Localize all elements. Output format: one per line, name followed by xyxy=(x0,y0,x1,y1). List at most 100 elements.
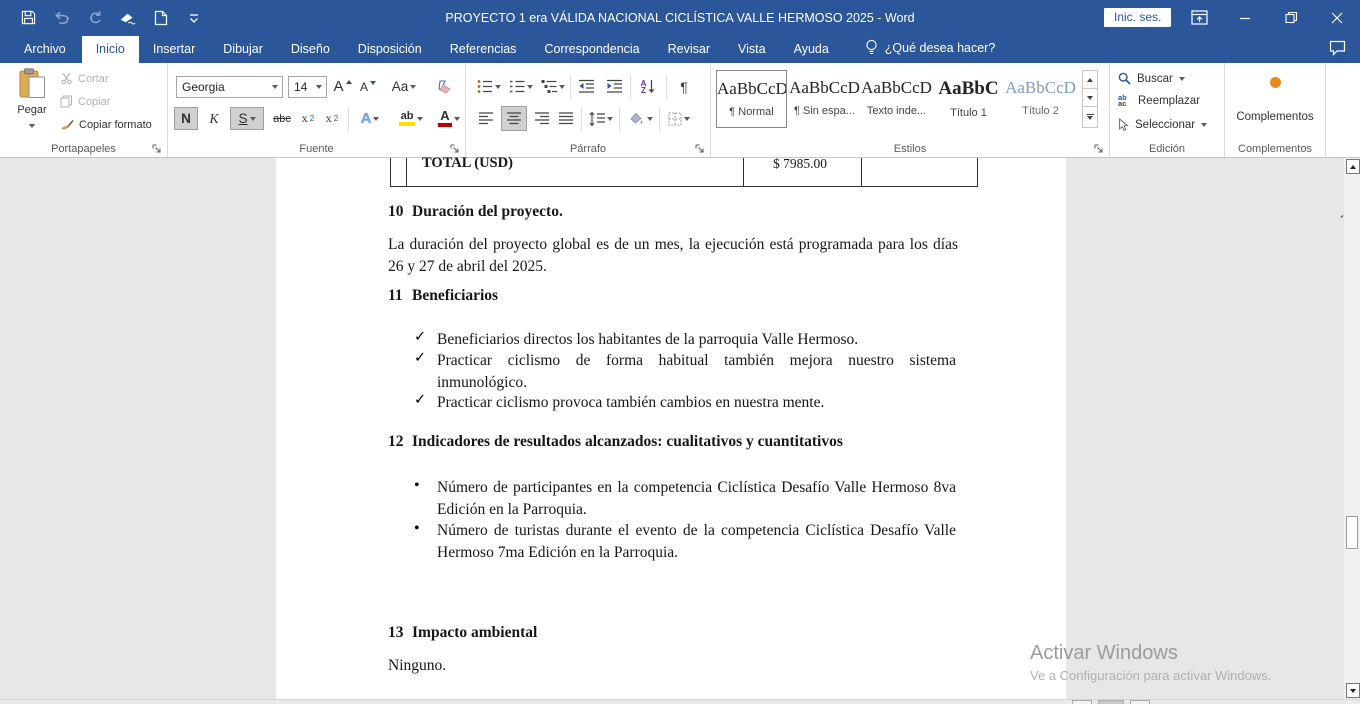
underline-button[interactable]: S xyxy=(230,107,264,130)
tab-disposicion[interactable]: Disposición xyxy=(344,36,436,63)
minimize-button[interactable] xyxy=(1222,0,1268,35)
bullets-button[interactable] xyxy=(475,75,503,98)
paragraph-dialog-launcher[interactable] xyxy=(694,141,706,153)
style-titulo-2[interactable]: AaBbCcD Título 2 xyxy=(1005,70,1076,128)
print-layout-button[interactable] xyxy=(1098,700,1124,704)
web-layout-button[interactable] xyxy=(1130,700,1150,704)
show-marks-button[interactable]: ¶ xyxy=(672,75,696,98)
justify-button[interactable] xyxy=(555,107,577,130)
format-painter-label: Copiar formato xyxy=(79,119,152,131)
document-page[interactable]: TOTAL (USD) $ 7985.00 10Duración del pro… xyxy=(276,158,1066,699)
format-painter-icon xyxy=(60,118,74,131)
style-texto-independiente[interactable]: AaBbCcD Texto inde... xyxy=(861,70,932,128)
font-color-swatch xyxy=(438,123,452,127)
clipboard-dialog-launcher[interactable] xyxy=(151,141,163,153)
format-painter-button[interactable]: Copiar formato xyxy=(60,118,152,131)
close-button[interactable] xyxy=(1314,0,1360,35)
select-label: Seleccionar xyxy=(1135,119,1195,131)
subscript-button[interactable]: x2 xyxy=(298,107,318,130)
group-font: Georgia 14 A A Aa N K S xyxy=(168,63,466,157)
save-icon[interactable] xyxy=(20,9,37,26)
italic-button[interactable]: K xyxy=(204,107,224,130)
line-spacing-button[interactable] xyxy=(586,107,616,130)
paragraph-10: La duración del proyecto global es de un… xyxy=(388,234,958,277)
highlight-color-button[interactable]: ab xyxy=(394,107,428,130)
scrollbar-thumb[interactable] xyxy=(1346,516,1358,549)
tab-revisar[interactable]: Revisar xyxy=(654,36,724,63)
align-left-button[interactable] xyxy=(475,107,497,130)
search-icon xyxy=(1118,72,1131,85)
group-styles: AaBbCcD ¶ Normal AaBbCcD ¶ Sin espa... A… xyxy=(711,63,1110,157)
font-group-label: Fuente xyxy=(168,143,465,155)
styles-scroll-down[interactable] xyxy=(1082,88,1098,107)
sort-button[interactable]: A Z xyxy=(634,75,662,98)
bold-button[interactable]: N xyxy=(174,107,198,130)
bullet-icon: • xyxy=(414,477,420,495)
scroll-up-button[interactable] xyxy=(1346,159,1360,174)
vertical-scrollbar[interactable] xyxy=(1343,158,1360,699)
text-effects-button[interactable]: A xyxy=(354,107,386,130)
borders-button[interactable] xyxy=(663,107,695,130)
tab-insertar[interactable]: Insertar xyxy=(139,36,209,63)
comments-icon[interactable] xyxy=(1329,40,1346,61)
group-editing: Buscar ab ac Reemplazar Seleccionar Edic… xyxy=(1110,63,1225,157)
table-total-value: $ 7985.00 xyxy=(773,156,827,172)
ink-eraser-icon[interactable] xyxy=(119,9,136,26)
scissors-icon xyxy=(60,72,73,85)
paste-label: Pegar xyxy=(10,104,54,116)
find-button[interactable]: Buscar xyxy=(1118,72,1185,85)
shrink-font-button[interactable]: A xyxy=(358,75,378,98)
style-normal[interactable]: AaBbCcD ¶ Normal xyxy=(716,70,787,128)
scroll-down-button[interactable] xyxy=(1346,683,1360,698)
align-center-button[interactable] xyxy=(501,106,527,131)
paste-button[interactable]: Pegar xyxy=(10,68,54,140)
align-right-button[interactable] xyxy=(531,107,553,130)
tell-me-box[interactable]: ¿Qué desea hacer? xyxy=(855,33,1006,63)
tab-correspondencia[interactable]: Correspondencia xyxy=(530,36,653,63)
tab-vista[interactable]: Vista xyxy=(724,36,780,63)
grow-font-button[interactable]: A xyxy=(331,75,354,98)
select-button[interactable]: Seleccionar xyxy=(1118,118,1207,131)
tab-diseno[interactable]: Diseño xyxy=(277,36,344,63)
styles-more-button[interactable] xyxy=(1082,106,1098,128)
select-arrow-icon xyxy=(1118,118,1129,131)
read-mode-button[interactable] xyxy=(1072,700,1092,704)
style-sin-espaciado[interactable]: AaBbCcD ¶ Sin espa... xyxy=(789,70,860,128)
align-left-icon xyxy=(479,112,494,125)
tab-ayuda[interactable]: Ayuda xyxy=(780,36,843,63)
replace-button[interactable]: ab ac Reemplazar xyxy=(1118,95,1200,107)
style-titulo-1[interactable]: AaBbC Título 1 xyxy=(933,70,1004,128)
restore-button[interactable] xyxy=(1268,0,1314,35)
quick-access-toolbar xyxy=(20,0,202,35)
checkmark-icon: ✓ xyxy=(414,392,426,409)
decrease-indent-button[interactable] xyxy=(574,75,598,98)
multilevel-list-button[interactable] xyxy=(539,75,567,98)
tab-referencias[interactable]: Referencias xyxy=(436,36,531,63)
numbering-button[interactable] xyxy=(507,75,535,98)
strikethrough-button[interactable]: abc xyxy=(270,107,294,130)
styles-scroll-up[interactable] xyxy=(1082,70,1098,89)
font-name-combo[interactable]: Georgia xyxy=(176,76,283,98)
tab-inicio[interactable]: Inicio xyxy=(82,36,139,63)
word-window: PROYECTO 1 era VÁLIDA NACIONAL CICLÍSTIC… xyxy=(0,0,1360,704)
multilevel-list-icon xyxy=(541,79,557,94)
sign-in-button[interactable]: Inic. ses. xyxy=(1104,8,1171,27)
styles-dialog-launcher[interactable] xyxy=(1093,141,1105,153)
increase-indent-button[interactable] xyxy=(602,75,626,98)
change-case-button[interactable]: Aa xyxy=(388,75,420,98)
undo-icon xyxy=(53,9,70,26)
font-size-combo[interactable]: 14 xyxy=(288,76,327,98)
font-color-button[interactable]: A xyxy=(434,107,464,130)
clear-formatting-button[interactable] xyxy=(430,75,454,98)
new-document-icon[interactable] xyxy=(152,9,169,26)
tab-dibujar[interactable]: Dibujar xyxy=(209,36,277,63)
addins-button[interactable]: Complementos xyxy=(1225,75,1325,123)
font-dialog-launcher[interactable] xyxy=(449,141,461,153)
find-label: Buscar xyxy=(1137,73,1173,85)
copy-icon xyxy=(60,95,73,108)
tab-archivo[interactable]: Archivo xyxy=(8,36,82,63)
customize-qat-icon[interactable] xyxy=(185,9,202,26)
ribbon-display-options-icon[interactable] xyxy=(1176,0,1222,35)
superscript-button[interactable]: x2 xyxy=(322,107,342,130)
shading-button[interactable] xyxy=(624,107,656,130)
